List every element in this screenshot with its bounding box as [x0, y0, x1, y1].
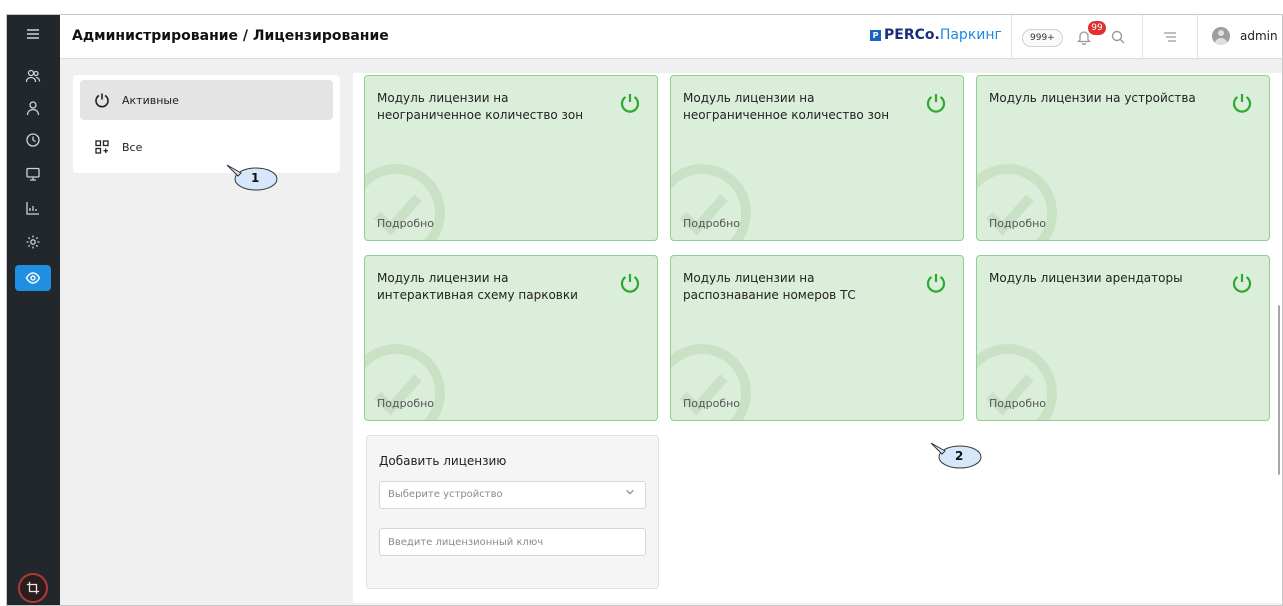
- device-select-placeholder: Выберите устройство: [388, 489, 503, 500]
- brand-parking: Паркинг: [939, 27, 1002, 43]
- history-icon[interactable]: [15, 127, 51, 153]
- settings-icon[interactable]: [15, 229, 51, 255]
- divider: [1142, 15, 1143, 59]
- add-license-form: Добавить лицензию Выберите устройство: [366, 435, 659, 589]
- filter-panel: Активные Все: [73, 75, 340, 173]
- license-title: Модуль лицензии на неограниченное количе…: [377, 91, 584, 122]
- license-title: Модуль лицензии на неограниченное количе…: [683, 91, 890, 122]
- filter-all-label: Все: [122, 140, 143, 154]
- scrollbar[interactable]: [1278, 305, 1280, 475]
- power-icon[interactable]: [1231, 272, 1253, 294]
- license-title: Модуль лицензии на распознавание номеров…: [683, 271, 856, 302]
- power-icon[interactable]: [1231, 92, 1253, 114]
- power-icon[interactable]: [619, 92, 641, 114]
- filter-active-label: Активные: [122, 93, 179, 107]
- avatar-icon[interactable]: [1212, 27, 1230, 45]
- top-bar: Администрирование / Лицензирование P PER…: [60, 15, 1282, 59]
- search-icon[interactable]: [1110, 29, 1126, 49]
- license-card[interactable]: Модуль лицензии на распознавание номеров…: [670, 255, 964, 421]
- details-link[interactable]: Подробно: [377, 217, 434, 230]
- user-name[interactable]: admin: [1240, 29, 1278, 43]
- filter-all[interactable]: Все: [80, 127, 333, 167]
- notification-badge: 99: [1088, 21, 1106, 35]
- license-card[interactable]: Модуль лицензии на интерактивная схему п…: [364, 255, 658, 421]
- callout-2: 2: [955, 449, 964, 463]
- details-link[interactable]: Подробно: [683, 397, 740, 410]
- license-title: Модуль лицензии арендаторы: [989, 271, 1183, 285]
- user-icon[interactable]: [15, 95, 51, 121]
- monitor-icon[interactable]: [15, 161, 51, 187]
- license-card[interactable]: Модуль лицензии на неограниченное количе…: [364, 75, 658, 241]
- callout-1: 1: [251, 171, 260, 185]
- chevron-down-icon: [625, 482, 635, 508]
- brand-logo: P PERCo. Паркинг: [870, 27, 1002, 43]
- eye-icon[interactable]: [15, 265, 51, 291]
- power-icon: [95, 93, 109, 108]
- chart-icon[interactable]: [15, 195, 51, 221]
- details-link[interactable]: Подробно: [989, 217, 1046, 230]
- perco-logo-icon: P: [870, 29, 881, 41]
- license-title: Модуль лицензии на интерактивная схему п…: [377, 271, 578, 302]
- divider: [1011, 15, 1012, 59]
- license-card[interactable]: Модуль лицензии на устройства Подробно: [976, 75, 1270, 241]
- license-card[interactable]: Модуль лицензии арендаторы Подробно: [976, 255, 1270, 421]
- users-group-icon[interactable]: [15, 63, 51, 89]
- page-title: Администрирование / Лицензирование: [72, 28, 389, 44]
- filter-active[interactable]: Активные: [80, 80, 333, 120]
- details-link[interactable]: Подробно: [989, 397, 1046, 410]
- license-key-input[interactable]: [379, 528, 646, 556]
- device-select[interactable]: Выберите устройство: [379, 481, 646, 509]
- grid-plus-icon: [95, 140, 109, 154]
- license-title: Модуль лицензии на устройства: [989, 91, 1196, 105]
- details-link[interactable]: Подробно: [377, 397, 434, 410]
- sidebar: [7, 15, 60, 605]
- power-icon[interactable]: [925, 92, 947, 114]
- screenshot-tool-icon[interactable]: [18, 573, 48, 603]
- menu-icon[interactable]: [15, 21, 51, 47]
- list-lines-icon[interactable]: [1162, 29, 1178, 49]
- brand-perco: PERCo.: [884, 27, 940, 43]
- power-icon[interactable]: [925, 272, 947, 294]
- power-icon[interactable]: [619, 272, 641, 294]
- license-card[interactable]: Модуль лицензии на неограниченное количе…: [670, 75, 964, 241]
- details-link[interactable]: Подробно: [683, 217, 740, 230]
- count-badge[interactable]: 999+: [1022, 29, 1063, 47]
- add-license-title: Добавить лицензию: [379, 454, 507, 468]
- app-window: Администрирование / Лицензирование P PER…: [6, 14, 1283, 606]
- divider: [1197, 15, 1198, 59]
